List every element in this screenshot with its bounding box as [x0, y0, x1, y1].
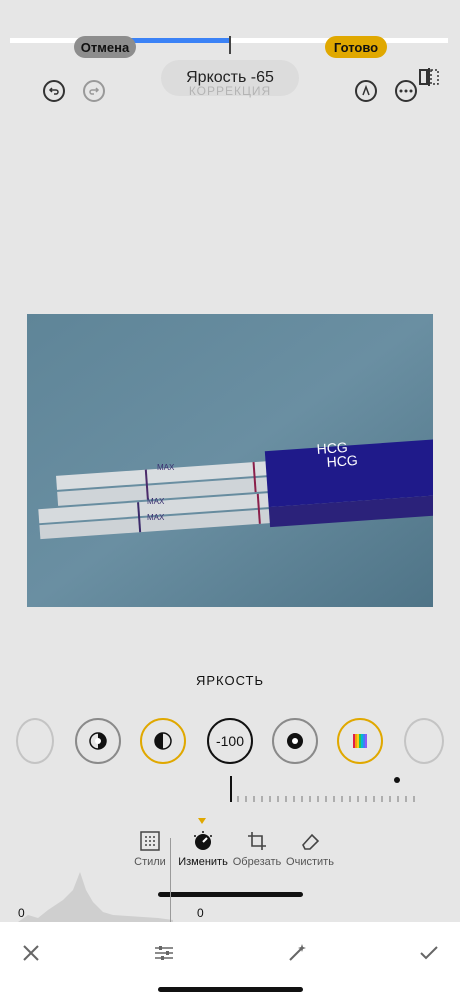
top-progress-tick	[229, 36, 231, 54]
check-icon[interactable]	[414, 938, 444, 968]
adjust-dial-icon	[192, 830, 214, 852]
magic-wand-icon[interactable]	[282, 938, 312, 968]
cancel-label: Отмена	[80, 39, 130, 55]
brightness-value: -100	[215, 733, 245, 749]
tab-indicator	[198, 818, 206, 824]
markup-glyph	[362, 85, 370, 96]
exposure-icon[interactable]	[16, 718, 54, 764]
photo-canvas[interactable]: HCG HCG MAX MAX MAX	[27, 314, 433, 607]
highlights-glyph	[154, 732, 172, 750]
split-compare-icon[interactable]	[418, 66, 440, 88]
undo-icon[interactable]	[43, 80, 65, 102]
crop-icon	[246, 830, 268, 852]
brilliance-glyph	[89, 732, 107, 750]
photo-image: HCG HCG MAX MAX MAX	[27, 314, 433, 607]
histogram-axis	[170, 838, 171, 922]
sliders-icon[interactable]	[149, 938, 179, 968]
markup-pen-icon[interactable]	[355, 80, 377, 102]
brilliance-icon[interactable]	[75, 718, 121, 764]
saturation-icon[interactable]	[337, 718, 383, 764]
max-label-3: MAX	[147, 513, 165, 522]
strip-label-2: HCG	[326, 452, 358, 470]
redo-glyph	[89, 87, 100, 95]
home-indicator	[158, 892, 303, 897]
tab-crop-label: Обрезать	[232, 856, 282, 868]
histogram-left-label: 0	[18, 906, 25, 920]
more-icon[interactable]	[395, 80, 417, 102]
highlights-icon[interactable]	[140, 718, 186, 764]
undo-glyph	[48, 87, 59, 95]
max-label-2: MAX	[147, 497, 165, 506]
black-point-icon[interactable]	[272, 718, 318, 764]
cancel-button[interactable]: Отмена	[74, 36, 136, 58]
saturation-glyph	[353, 734, 367, 748]
tab-clean-label: Очистить	[286, 856, 334, 868]
done-label: Готово	[333, 39, 379, 55]
more-glyph	[399, 89, 413, 93]
brightness-slider[interactable]	[230, 778, 416, 804]
slider-current-marker	[230, 776, 232, 802]
slider-zero-dot	[394, 777, 400, 783]
max-label-1: MAX	[157, 463, 175, 472]
tab-clean[interactable]: Очистить	[278, 830, 342, 868]
home-indicator-bottom	[158, 987, 303, 992]
black-point-glyph	[287, 733, 303, 749]
adjustment-name-label: ЯРКОСТЬ	[195, 673, 265, 688]
histogram-right-label: 0	[197, 906, 204, 920]
vibrance-icon[interactable]	[404, 718, 444, 764]
tab-adjust-label: Изменить	[178, 856, 228, 868]
styles-icon	[139, 830, 161, 852]
redo-icon[interactable]	[83, 80, 105, 102]
histogram	[18, 872, 173, 922]
eraser-icon	[299, 830, 321, 852]
compare-glyph	[419, 68, 439, 86]
close-icon[interactable]	[16, 938, 46, 968]
brightness-value-dial[interactable]: -100	[207, 718, 253, 764]
done-button[interactable]: Готово	[325, 36, 387, 58]
correction-label: КОРРЕКЦИЯ	[188, 84, 272, 98]
